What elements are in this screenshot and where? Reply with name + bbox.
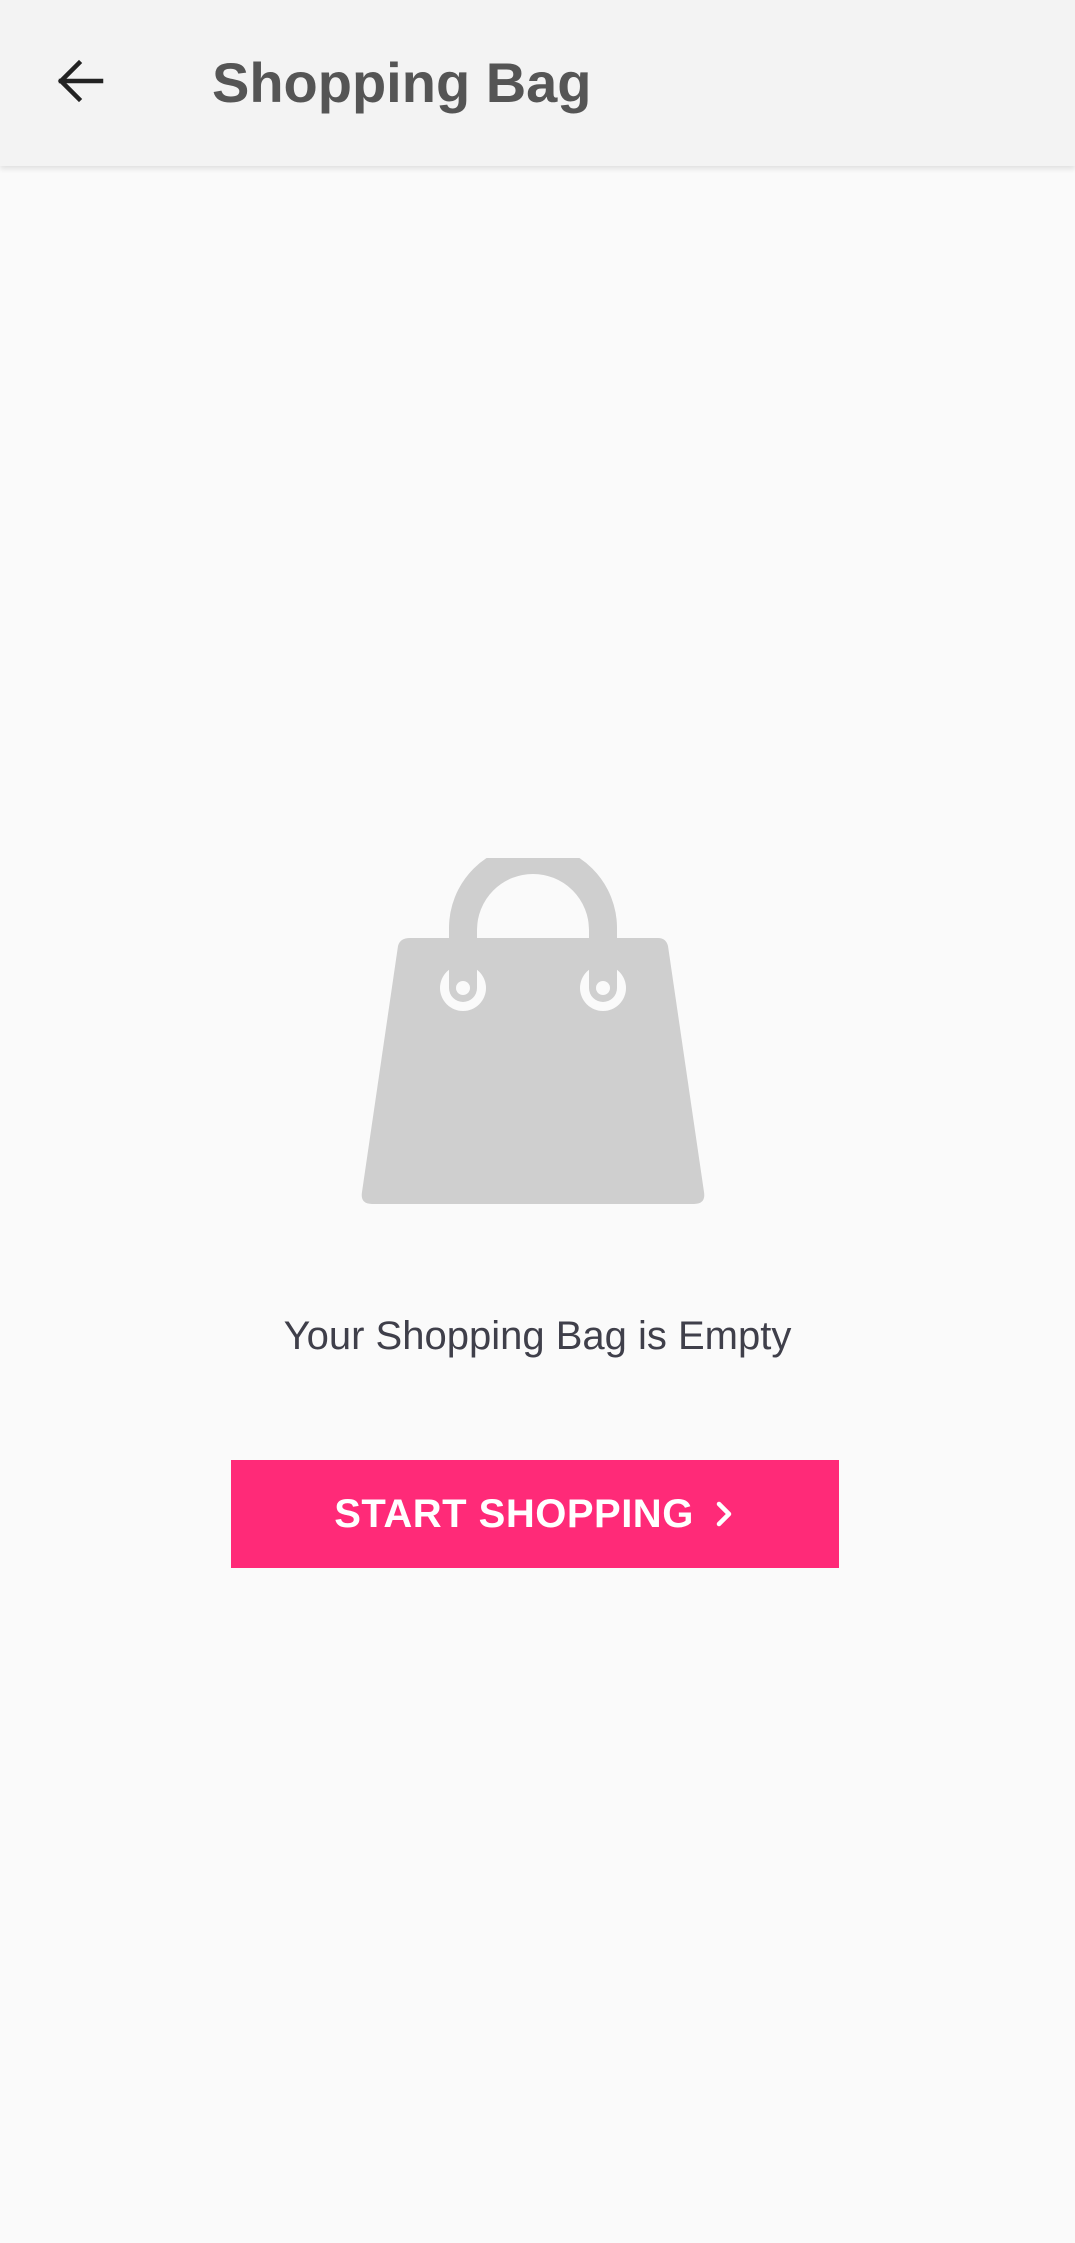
empty-bag-message: Your Shopping Bag is Empty [283,1314,792,1358]
chevron-right-icon [712,1499,736,1529]
shopping-bag-icon [360,844,705,1208]
arrow-left-icon [55,56,105,111]
app-bar: Shopping Bag [0,0,1075,166]
start-shopping-label: START SHOPPING [334,1491,694,1536]
page-title: Shopping Bag [212,51,592,114]
back-button[interactable] [40,43,120,123]
start-shopping-button[interactable]: START SHOPPING [231,1460,839,1568]
